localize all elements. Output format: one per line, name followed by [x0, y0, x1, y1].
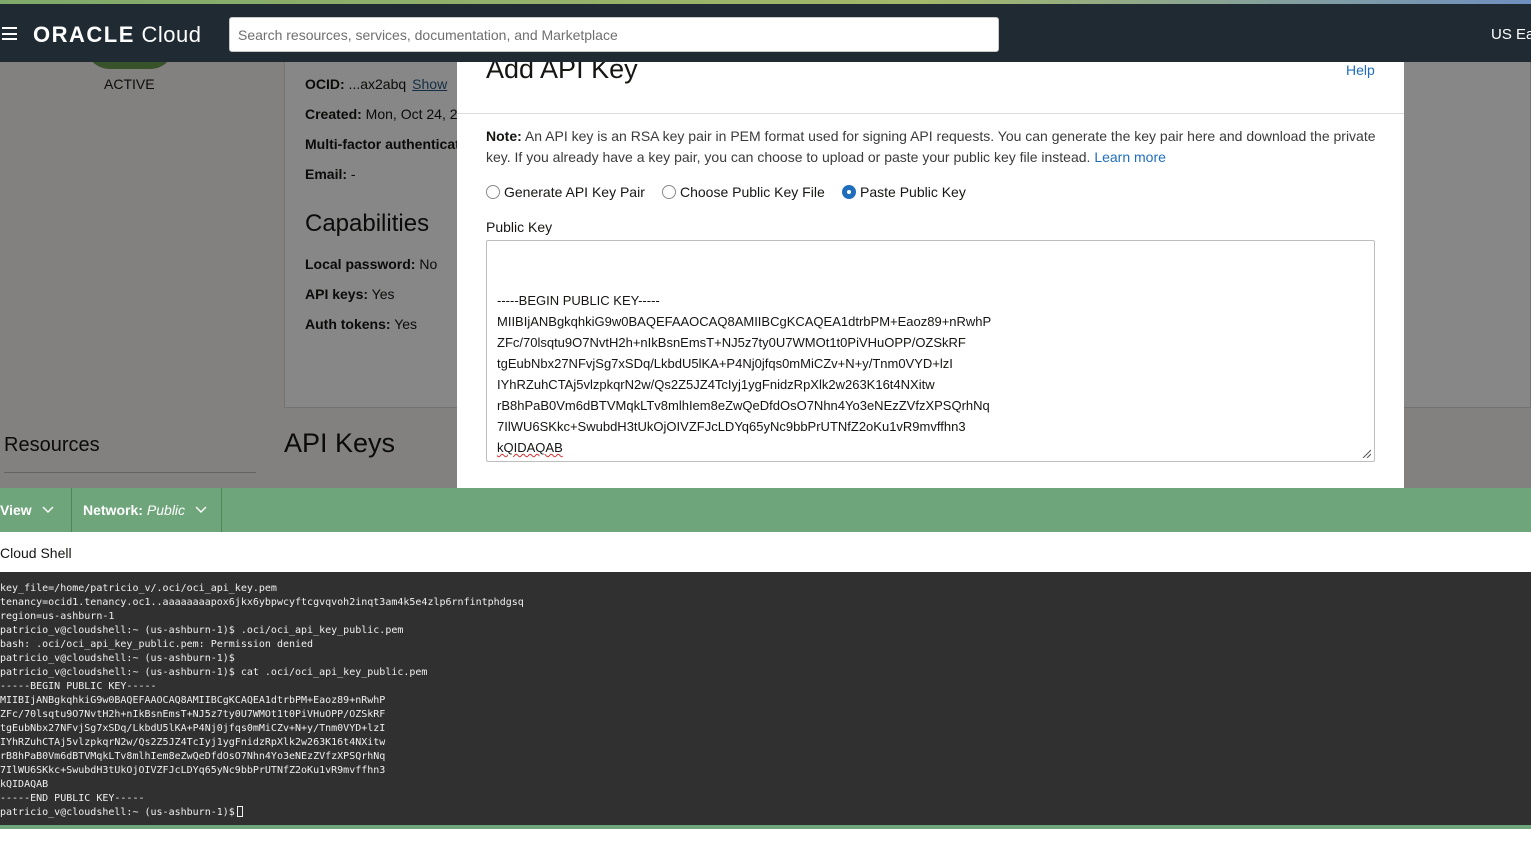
terminal-output: key_file=/home/patricio_v/.oci/oci_api_k…	[0, 582, 524, 820]
terminal-line: key_file=/home/patricio_v/.oci/oci_api_k…	[0, 583, 277, 594]
region-selector[interactable]: US Ea	[1491, 26, 1531, 43]
public-key-line: rB8hPaB0Vm6dBTVMqkLTv8mlhIem8eZwQeDfdOsO…	[497, 398, 990, 413]
hamburger-menu-icon[interactable]	[2, 27, 17, 40]
radio-button[interactable]	[662, 185, 676, 199]
terminal-line: tgEubNbx27NFvjSg7xSDq/LkbdU5lKA+P4Nj0jfq…	[0, 723, 386, 734]
terminal-prompt: patricio_v@cloudshell:~ (us-ashburn-1)$	[0, 807, 235, 818]
radio-button[interactable]	[486, 185, 500, 199]
view-menu[interactable]: View	[0, 488, 54, 532]
public-key-line: ZFc/70lsqtu9O7NvtH2h+nIkBsnEmsT+NJ5z7ty0…	[497, 335, 966, 350]
terminal-line: bash: .oci/oci_api_key_public.pem: Permi…	[0, 639, 314, 650]
public-key-line: 7IlWU6SKkc+SwubdH3tUkOjOIVZFJcLDYq65yNc9…	[497, 419, 966, 434]
toolbar-divider	[71, 488, 72, 532]
network-menu[interactable]: Network: Public	[83, 488, 207, 532]
public-key-line: MIIBIjANBgkqhkiG9w0BAQEFAAOCAQ8AMIIBCgKC…	[497, 314, 992, 329]
dialog-header: Add API Key Help	[457, 62, 1404, 114]
add-api-key-dialog: Add API Key Help Note: An API key is an …	[457, 62, 1404, 488]
terminal-line: -----END PUBLIC KEY-----	[0, 793, 145, 804]
terminal-line: IYhRZuhCTAj5vlzpkqrN2w/Qs2Z5JZ4TcIyj1ygF…	[0, 737, 386, 748]
radio-button-selected[interactable]	[842, 185, 856, 199]
dialog-note: Note: An API key is an RSA key pair in P…	[486, 128, 1376, 165]
resize-handle-icon[interactable]	[1361, 448, 1371, 458]
option-label: Choose Public Key File	[680, 184, 825, 200]
toolbar-divider	[221, 488, 222, 532]
public-key-line: tgEubNbx27NFvjSg7xSDq/LkbdU5lKA+P4Nj0jfq…	[497, 356, 953, 371]
cloud-shell-title: Cloud Shell	[0, 545, 72, 561]
terminal-line: kQIDAQAB	[0, 779, 49, 790]
terminal-line: region=us-ashburn-1	[0, 611, 115, 622]
dialog-title: Add API Key	[486, 62, 638, 84]
learn-more-link[interactable]: Learn more	[1094, 149, 1166, 165]
terminal-line: patricio_v@cloudshell:~ (us-ashburn-1)$ …	[0, 667, 428, 678]
public-key-line: -----BEGIN PUBLIC KEY-----	[497, 293, 660, 308]
option-choose-public-key-file[interactable]: Choose Public Key File	[662, 183, 825, 201]
terminal-line: -----BEGIN PUBLIC KEY-----	[0, 681, 157, 692]
cloud-shell-title-bar: Cloud Shell	[0, 532, 1531, 572]
top-header: ORACLE Cloud Search resources, services,…	[0, 4, 1531, 62]
cloud-shell-toolbar: View Network: Public	[0, 488, 1531, 532]
help-link[interactable]: Help	[1346, 62, 1375, 78]
public-key-line: kQIDAQAB	[497, 440, 563, 455]
option-label: Paste Public Key	[860, 184, 966, 200]
search-input[interactable]: Search resources, services, documentatio…	[229, 17, 999, 52]
terminal-cursor	[236, 806, 243, 817]
option-generate-key-pair[interactable]: Generate API Key Pair	[486, 183, 645, 201]
public-key-label: Public Key	[486, 219, 553, 235]
chevron-down-icon	[42, 506, 54, 513]
terminal-line: tenancy=ocid1.tenancy.oc1..aaaaaaaapox6j…	[0, 597, 524, 608]
option-label: Generate API Key Pair	[504, 184, 645, 200]
oracle-cloud-logo[interactable]: ORACLE Cloud	[33, 22, 201, 48]
terminal-prompt-line: patricio_v@cloudshell:~ (us-ashburn-1)$	[0, 806, 524, 820]
terminal-line: MIIBIjANBgkqhkiG9w0BAQEFAAOCAQ8AMIIBCgKC…	[0, 695, 386, 706]
cloud-shell-terminal[interactable]: key_file=/home/patricio_v/.oci/oci_api_k…	[0, 572, 1531, 825]
public-key-line: -----END PUBLIC KEY-----	[497, 458, 1364, 461]
terminal-line: ZFc/70lsqtu9O7NvtH2h+nIkBsnEmsT+NJ5z7ty0…	[0, 709, 386, 720]
chevron-down-icon	[195, 506, 207, 513]
terminal-line: patricio_v@cloudshell:~ (us-ashburn-1)$	[0, 653, 235, 664]
public-key-textarea[interactable]: -----BEGIN PUBLIC KEY----- MIIBIjANBgkqhk…	[486, 240, 1375, 462]
terminal-line: patricio_v@cloudshell:~ (us-ashburn-1)$ …	[0, 625, 404, 636]
page-footer	[0, 829, 1531, 841]
public-key-line: IYhRZuhCTAj5vlzpkqrN2w/Qs2Z5JZ4TcIyj1ygF…	[497, 377, 935, 392]
option-paste-public-key[interactable]: Paste Public Key	[842, 183, 966, 201]
terminal-line: 7IlWU6SKkc+SwubdH3tUkOjOIVZFJcLDYq65yNc9…	[0, 765, 386, 776]
terminal-line: rB8hPaB0Vm6dBTVMqkLTv8mlhIem8eZwQeDfdOsO…	[0, 751, 386, 762]
